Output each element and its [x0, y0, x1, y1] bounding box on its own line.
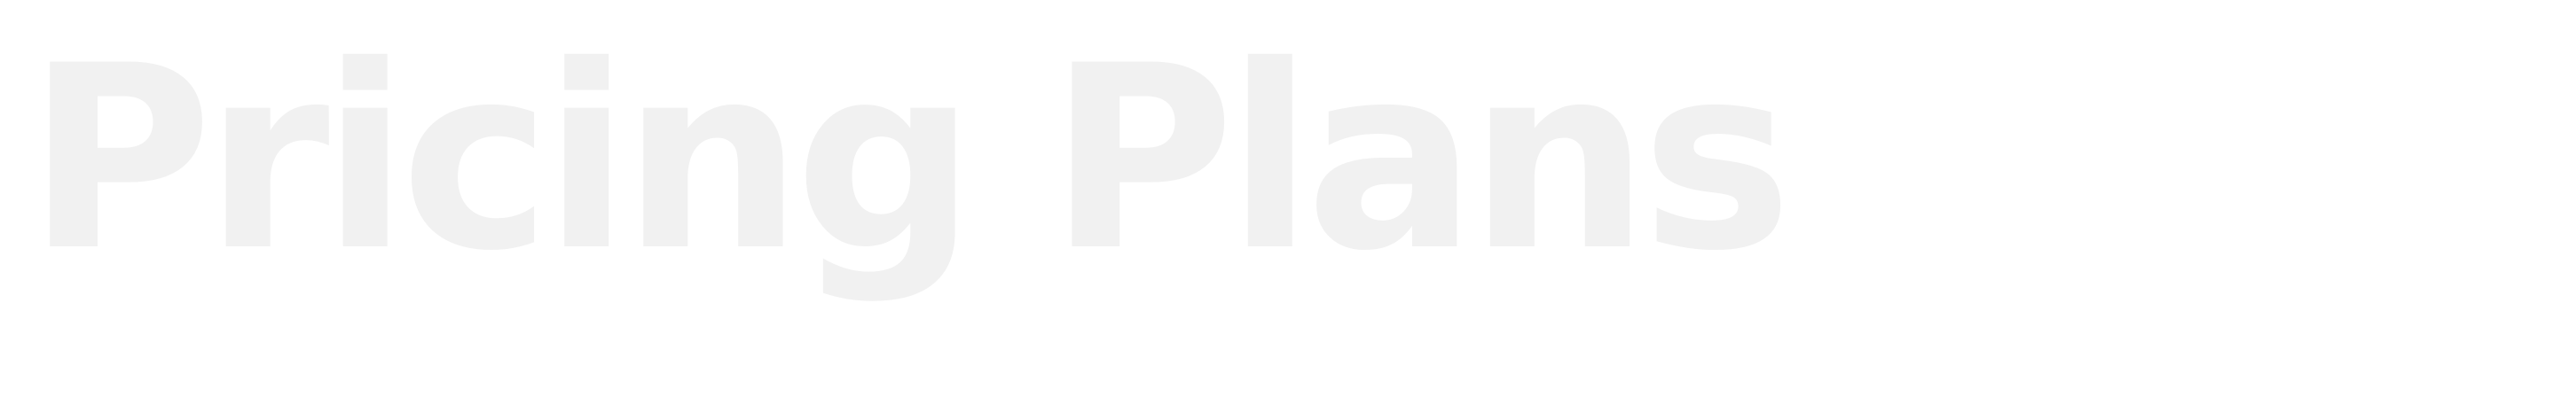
section-heading: Pricing Plans: [27, 12, 1793, 307]
page-canvas: Pricing Plans: [0, 0, 2576, 412]
